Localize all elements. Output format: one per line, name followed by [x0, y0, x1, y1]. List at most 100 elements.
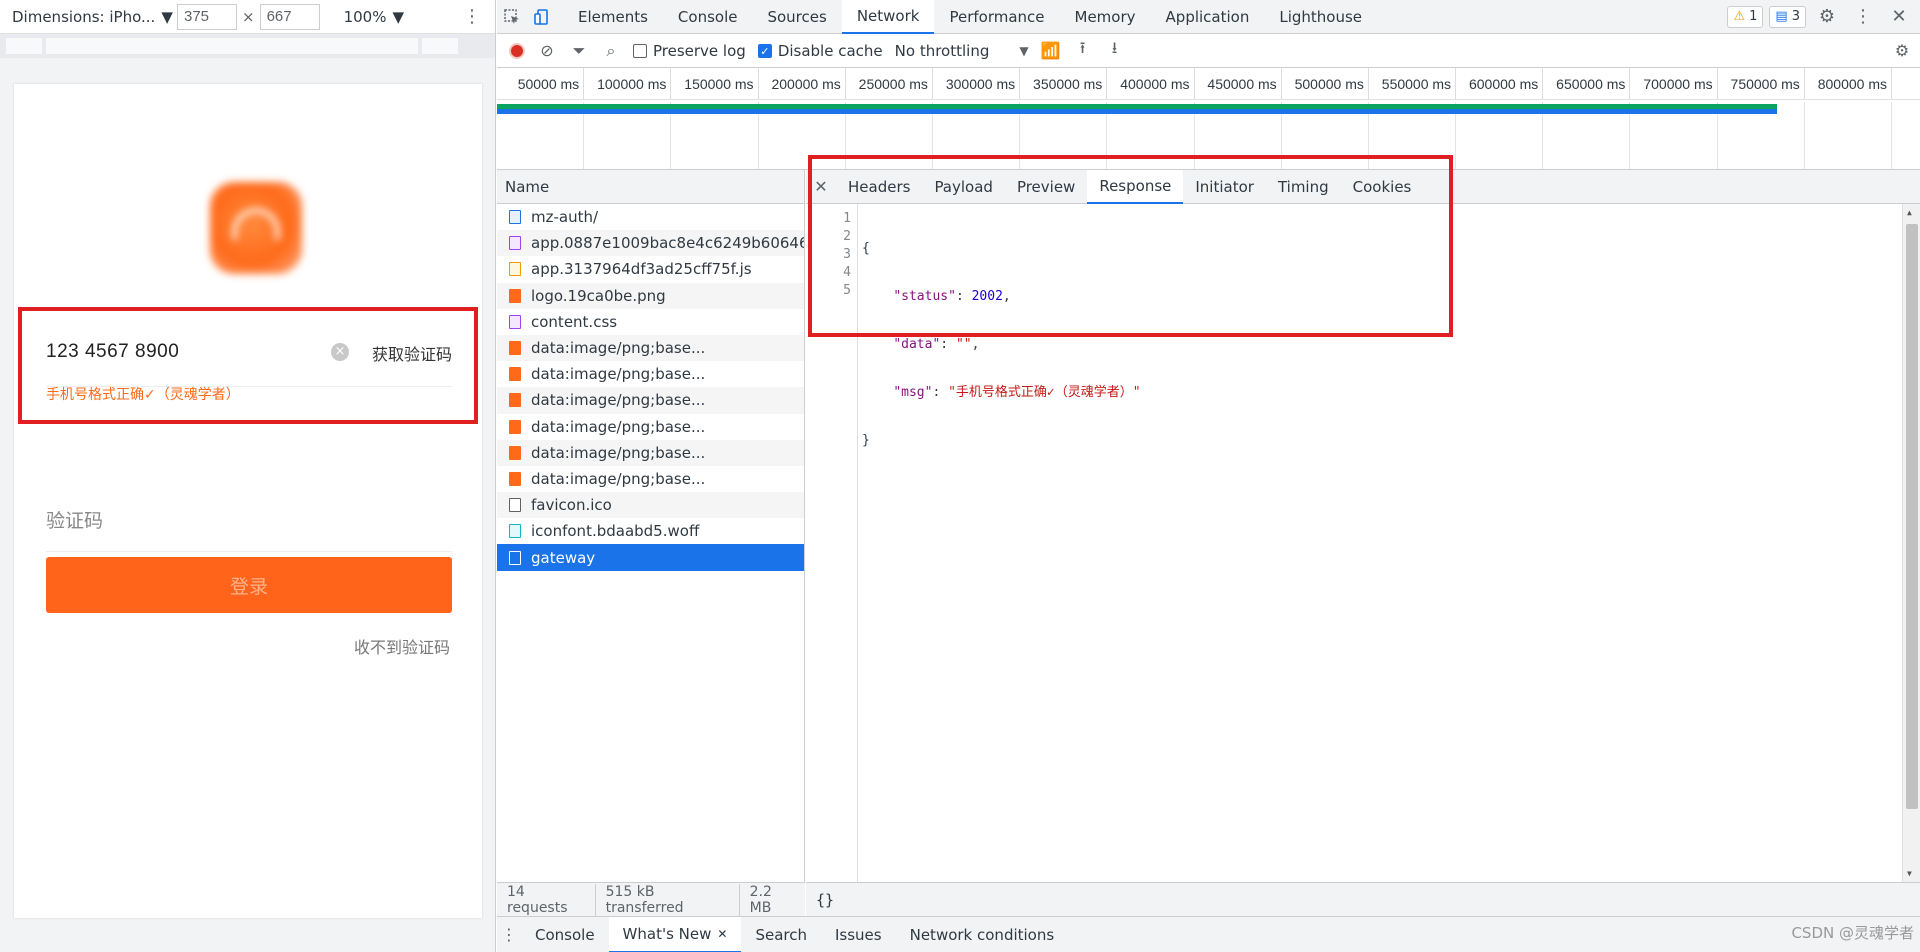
summary-item: 2.2 MB — [749, 883, 772, 916]
preserve-log-checkbox[interactable]: Preserve log — [633, 42, 746, 60]
phone-viewport: 123 4567 8900 × 获取验证码 手机号格式正确✓（灵魂学者） 验证码… — [14, 84, 482, 918]
media-query-ruler[interactable] — [0, 34, 495, 58]
more-options-icon[interactable]: ⋮ — [1848, 0, 1878, 34]
checkbox-box-checked[interactable]: ✓ — [757, 43, 772, 58]
record-icon[interactable] — [509, 42, 525, 59]
network-settings-gear-icon[interactable]: ⚙ — [1892, 41, 1912, 60]
disable-cache-checkbox[interactable]: ✓ Disable cache — [757, 42, 883, 60]
image-file-icon — [509, 471, 521, 486]
device-toggle-icon[interactable] — [527, 0, 557, 34]
search-icon[interactable]: ⌕ — [601, 41, 621, 61]
filter-icon[interactable]: ⏷ — [569, 41, 589, 61]
document-file-icon — [509, 210, 521, 225]
timeline-tick-label: 500000 ms — [1282, 68, 1369, 99]
request-row[interactable]: content.css — [497, 309, 804, 335]
ruler-segment[interactable] — [6, 38, 42, 54]
devtools-tabbar: Elements Console Sources Network Performance… — [497, 0, 1920, 34]
timeline-tick-label: 550000 ms — [1369, 68, 1457, 99]
drawer-tab-issues[interactable]: Issues — [821, 917, 896, 952]
inspect-icon[interactable] — [497, 0, 527, 34]
device-width-input[interactable]: 375 — [177, 3, 237, 30]
messages-badge[interactable]: ▤ 3 — [1769, 5, 1806, 28]
request-row[interactable]: data:image/png;base... — [497, 334, 804, 362]
login-button[interactable]: 登录 — [46, 557, 452, 613]
scroll-down-icon[interactable]: ▼ — [1907, 869, 1912, 878]
timeline-tick-label: 50000 ms — [497, 68, 585, 99]
export-har-icon[interactable]: ⭳ — [1105, 37, 1125, 64]
tab-sources[interactable]: Sources — [752, 0, 841, 34]
settings-gear-icon[interactable]: ⚙ — [1812, 0, 1842, 34]
tab-lighthouse[interactable]: Lighthouse — [1264, 0, 1377, 34]
request-row[interactable]: data:image/png;base... — [497, 414, 804, 440]
timeline-tick-label: 250000 ms — [846, 68, 933, 99]
throttling-label: No throttling — [894, 41, 990, 60]
request-name: favicon.ico — [531, 496, 612, 515]
request-name: iconfont.bdaabd5.woff — [531, 522, 700, 541]
request-row[interactable]: data:image/png;base... — [497, 361, 804, 387]
drawer-tab-search[interactable]: Search — [741, 917, 821, 952]
tab-console[interactable]: Console — [663, 0, 753, 34]
timeline-tick-label: 350000 ms — [1020, 68, 1108, 99]
no-code-link[interactable]: 收不到验证码 — [354, 634, 450, 658]
scrollbar-thumb[interactable] — [1906, 224, 1918, 809]
network-conditions-icon[interactable]: 📶 — [1041, 41, 1061, 60]
more-options-icon[interactable]: ⋮ — [463, 6, 481, 27]
request-row[interactable]: favicon.ico — [497, 492, 804, 519]
timeline-tick-label: 700000 ms — [1630, 68, 1718, 99]
zoom-select[interactable]: 100% ▼ — [344, 8, 404, 26]
request-list: mz-auth/app.0887e1009bac8e4c6249b6064624… — [497, 204, 804, 571]
timeline-gridline — [1892, 102, 1920, 169]
device-height-input[interactable]: 667 — [259, 3, 320, 30]
warnings-count: 1 — [1749, 9, 1758, 24]
request-name: content.css — [531, 312, 618, 331]
drawer-tab-what-s-new[interactable]: What's New ✕ — [608, 916, 742, 952]
request-row[interactable]: mz-auth/ — [497, 204, 804, 230]
tab-application[interactable]: Application — [1151, 0, 1265, 34]
json-key: "data" — [893, 337, 941, 352]
pretty-print-button[interactable]: {} — [806, 882, 1920, 916]
script-file-icon — [509, 262, 521, 277]
throttling-select[interactable]: No throttling ▼ — [895, 42, 1029, 60]
devtools-tabbar-right: ⚠ 1 ▤ 3 ⚙ ⋮ ✕ — [1727, 0, 1920, 34]
scroll-up-icon[interactable]: ▲ — [1907, 208, 1912, 217]
request-row[interactable]: gateway — [497, 544, 804, 571]
timeline-tick-label: 600000 ms — [1456, 68, 1544, 99]
request-row[interactable]: data:image/png;base... — [497, 387, 804, 414]
ruler-segment[interactable] — [422, 38, 458, 54]
times-icon: × — [242, 7, 255, 26]
request-name: mz-auth/ — [531, 208, 599, 227]
device-select[interactable]: Dimensions: iPho... ▼ — [12, 8, 177, 26]
request-row[interactable]: data:image/png;base... — [497, 466, 804, 492]
timeline-tick-label: 85 — [1892, 68, 1920, 99]
zoom-label: 100% — [343, 7, 387, 26]
more-options-icon[interactable]: ⋮ — [497, 925, 521, 944]
request-row[interactable]: app.0887e1009bac8e4c6249b6064624... — [497, 230, 804, 257]
request-row[interactable]: app.3137964df3ad25cff75f.js — [497, 256, 804, 282]
request-list-header[interactable]: Name — [497, 170, 804, 204]
request-row[interactable]: iconfont.bdaabd5.woff — [497, 518, 804, 544]
image-file-icon — [509, 445, 521, 460]
watermark: CSDN @灵魂学者 — [1791, 924, 1914, 942]
ruler-segment[interactable] — [46, 38, 418, 54]
verification-code-field[interactable]: 验证码 — [46, 494, 452, 552]
checkbox-box[interactable] — [633, 43, 647, 58]
preserve-log-label: Preserve log — [653, 41, 746, 60]
close-icon[interactable]: ✕ — [717, 927, 727, 941]
import-har-icon[interactable]: ⭱ — [1073, 37, 1093, 64]
timeline-tick-label: 300000 ms — [933, 68, 1021, 99]
tab-memory[interactable]: Memory — [1060, 0, 1151, 34]
drawer-tab-network-conditions[interactable]: Network conditions — [896, 917, 1069, 952]
request-row[interactable]: logo.19ca0be.png — [497, 282, 804, 309]
app-logo — [210, 182, 302, 274]
drawer-tab-label: Console — [535, 925, 595, 944]
warnings-badge[interactable]: ⚠ 1 — [1727, 5, 1764, 28]
drawer-tab-console[interactable]: Console — [521, 917, 609, 952]
request-row[interactable]: data:image/png;base... — [497, 439, 804, 466]
vertical-scrollbar[interactable]: ▲ ▼ — [1902, 204, 1920, 882]
tab-elements[interactable]: Elements — [563, 0, 663, 34]
tab-network[interactable]: Network — [841, 0, 935, 34]
clear-log-icon[interactable]: ⊘ — [537, 41, 557, 60]
close-icon[interactable]: ✕ — [1884, 0, 1914, 34]
tab-performance[interactable]: Performance — [934, 0, 1059, 34]
code-line: "data": "", — [893, 337, 980, 352]
